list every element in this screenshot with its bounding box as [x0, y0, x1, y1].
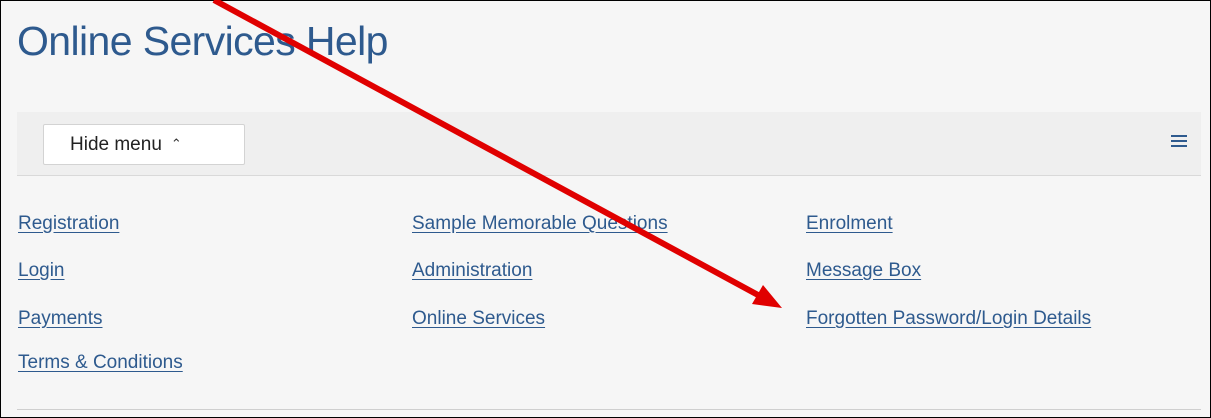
hide-menu-button[interactable]: Hide menu ⌃: [43, 124, 245, 165]
link-payments[interactable]: Payments: [18, 307, 102, 331]
link-sample-memorable-questions[interactable]: Sample Memorable Questions: [412, 212, 668, 236]
link-terms-conditions[interactable]: Terms & Conditions: [18, 351, 183, 375]
hamburger-line: [1171, 135, 1187, 137]
hide-menu-label: Hide menu: [70, 133, 162, 155]
hamburger-icon[interactable]: [1171, 134, 1187, 148]
link-message-box[interactable]: Message Box: [806, 259, 921, 283]
bottom-divider: [17, 409, 1201, 410]
link-enrolment[interactable]: Enrolment: [806, 212, 893, 236]
chevron-up-icon: ⌃: [170, 135, 182, 151]
link-administration[interactable]: Administration: [412, 259, 532, 283]
menu-bar: Hide menu ⌃: [17, 112, 1201, 176]
help-page: Online Services Help Hide menu ⌃ Registr…: [0, 0, 1211, 418]
link-login[interactable]: Login: [18, 259, 65, 283]
link-online-services[interactable]: Online Services: [412, 307, 545, 331]
page-title: Online Services Help: [17, 18, 388, 64]
hamburger-line: [1171, 145, 1187, 147]
link-registration[interactable]: Registration: [18, 212, 119, 236]
hamburger-line: [1171, 140, 1187, 142]
link-forgotten-password-login-details[interactable]: Forgotten Password/Login Details: [806, 307, 1091, 331]
